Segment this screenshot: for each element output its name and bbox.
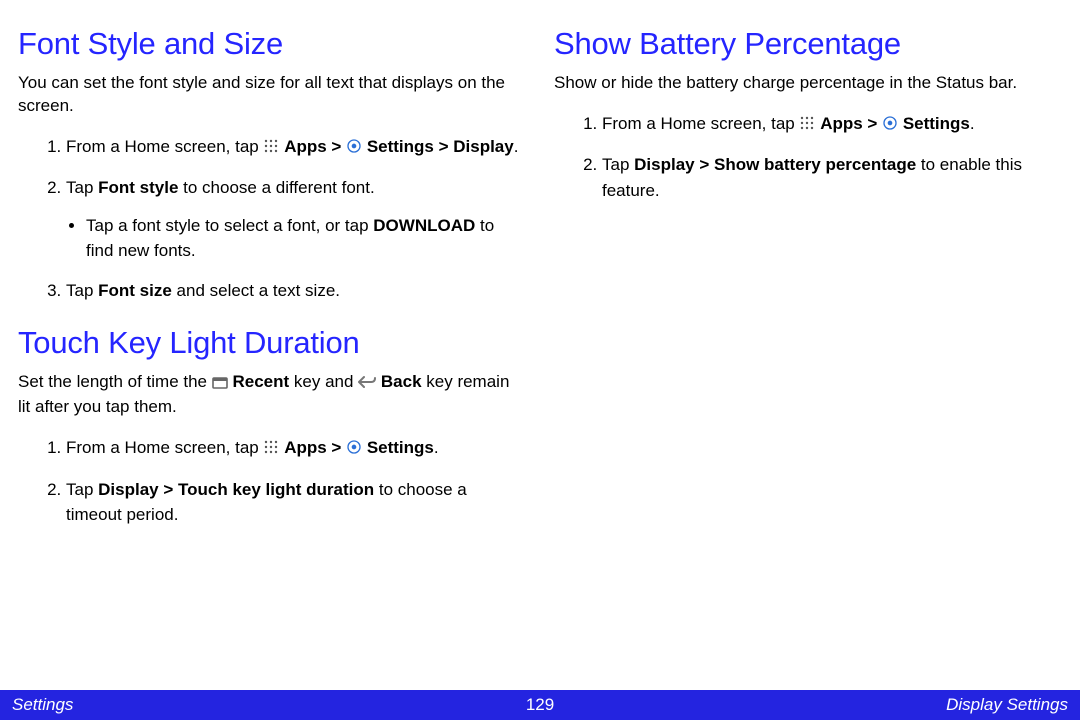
apps-grid-icon [263, 437, 279, 463]
steps-battery-percentage: From a Home screen, tap Apps > Settings. [554, 111, 1062, 204]
step-2: Tap Display > Show battery percentage to… [602, 152, 1062, 203]
settings-gear-icon [346, 437, 362, 463]
settings-display-label: Settings > Display [367, 137, 514, 156]
bold: Font style [98, 178, 178, 197]
text: and select a text size. [172, 281, 340, 300]
step-1: From a Home screen, tap Apps > Settings. [66, 435, 526, 463]
left-column: Font Style and Size You can set the font… [18, 20, 526, 550]
apps-label: Apps > [820, 114, 882, 133]
back-key-icon [358, 373, 376, 396]
intro-battery-percentage: Show or hide the battery charge percenta… [554, 72, 1062, 95]
sub-bullets: Tap a font style to select a font, or ta… [66, 213, 520, 264]
settings-label: Settings [903, 114, 970, 133]
heading-battery-percentage: Show Battery Percentage [554, 26, 1062, 62]
text: Tap a font style to select a font, or ta… [86, 216, 373, 235]
settings-gear-icon [346, 136, 362, 162]
apps-label: Apps > [284, 438, 346, 457]
back-label: Back [381, 372, 422, 391]
columns: Font Style and Size You can set the font… [0, 0, 1080, 550]
text: Tap [66, 480, 98, 499]
step-3: Tap Font size and select a text size. [66, 278, 526, 304]
bold: Font size [98, 281, 172, 300]
text: From a Home screen, tap [66, 438, 263, 457]
step-1: From a Home screen, tap Apps > Settings. [602, 111, 1062, 139]
text: to choose a different font. [178, 178, 374, 197]
text: Tap [66, 281, 98, 300]
step-1: From a Home screen, tap Apps > [66, 134, 526, 162]
text: From a Home screen, tap [66, 137, 263, 156]
step-2: Tap Font style to choose a different fon… [66, 175, 526, 264]
footer-left: Settings [12, 695, 73, 715]
recent-key-icon [212, 373, 228, 396]
text: . [434, 438, 439, 457]
page-number: 129 [526, 695, 554, 715]
steps-font-style-size: From a Home screen, tap Apps > [18, 134, 526, 304]
text: . [514, 137, 519, 156]
footer-right: Display Settings [946, 695, 1068, 715]
text: Set the length of time the [18, 372, 212, 391]
settings-label: Settings [367, 438, 434, 457]
bold: Display > Touch key light duration [98, 480, 374, 499]
heading-touch-key-light: Touch Key Light Duration [18, 325, 526, 361]
intro-font-style-size: You can set the font style and size for … [18, 72, 526, 118]
page-footer: Settings 129 Display Settings [0, 690, 1080, 720]
apps-label: Apps > [284, 137, 346, 156]
settings-gear-icon [882, 113, 898, 139]
page: Font Style and Size You can set the font… [0, 0, 1080, 720]
heading-font-style-size: Font Style and Size [18, 26, 526, 62]
step-2: Tap Display > Touch key light duration t… [66, 477, 526, 528]
text: key and [294, 372, 358, 391]
text: From a Home screen, tap [602, 114, 799, 133]
bold: Display > Show battery percentage [634, 155, 916, 174]
steps-touch-key-light: From a Home screen, tap Apps > Settings. [18, 435, 526, 528]
intro-touch-key-light: Set the length of time the Recent key an… [18, 371, 526, 419]
text: Tap [602, 155, 634, 174]
text: . [970, 114, 975, 133]
recent-label: Recent [232, 372, 289, 391]
apps-grid-icon [263, 136, 279, 162]
sub-bullet: Tap a font style to select a font, or ta… [86, 213, 520, 264]
right-column: Show Battery Percentage Show or hide the… [554, 20, 1062, 550]
apps-grid-icon [799, 113, 815, 139]
bold: DOWNLOAD [373, 216, 475, 235]
text: Tap [66, 178, 98, 197]
